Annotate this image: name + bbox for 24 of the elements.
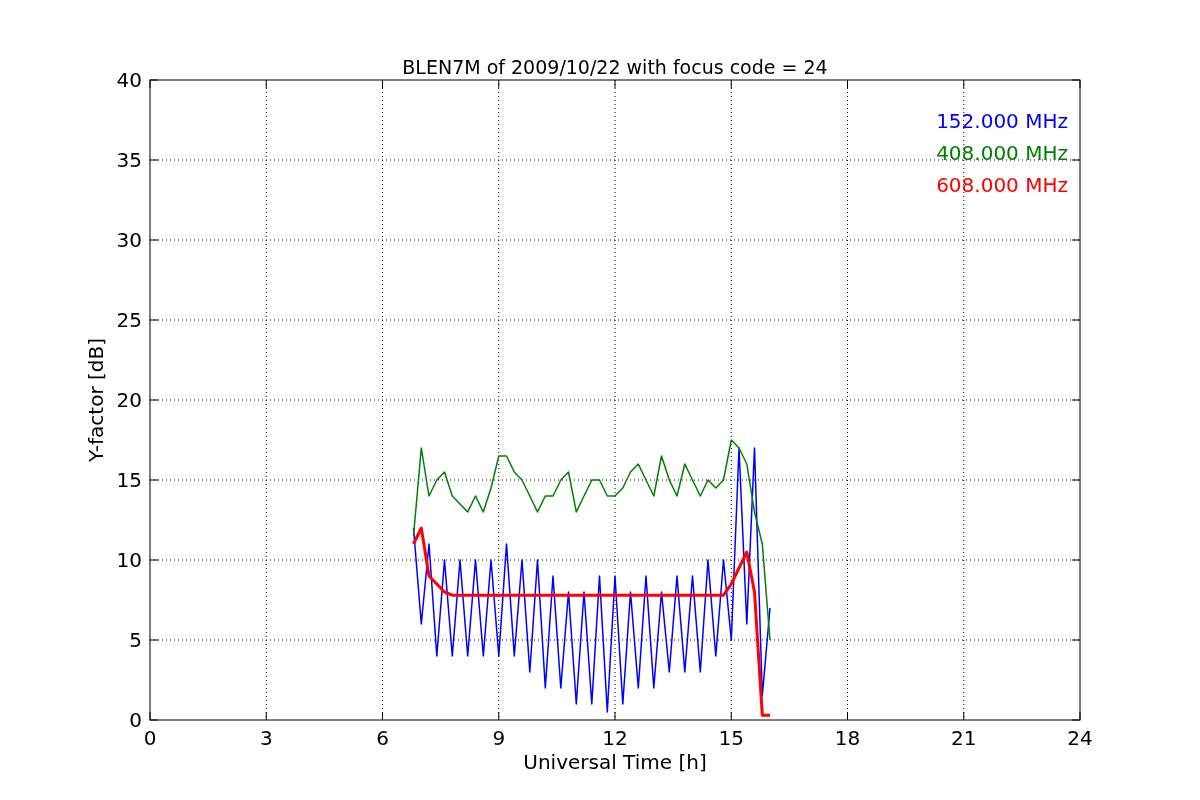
tick-label: 18 — [834, 726, 861, 750]
legend-label: 608.000 MHz — [936, 173, 1068, 197]
tick-label: 6 — [376, 726, 389, 750]
tick-label: 40 — [116, 68, 142, 92]
tick-label: 10 — [116, 548, 142, 572]
tick-label: 15 — [116, 468, 142, 492]
tick-label: 0 — [143, 726, 157, 750]
x-axis-label: Universal Time [h] — [523, 750, 707, 774]
tick-label: 0 — [129, 708, 142, 732]
tick-label: 25 — [116, 308, 142, 332]
tick-label: 12 — [602, 726, 628, 750]
tick-label: 5 — [129, 628, 142, 652]
legend-label: 152.000 MHz — [936, 109, 1068, 133]
legend-label: 408.000 MHz — [936, 141, 1068, 165]
chart-title: BLEN7M of 2009/10/22 with focus code = 24 — [402, 56, 828, 78]
tick-label: 21 — [951, 726, 977, 750]
tick-label: 9 — [492, 726, 506, 750]
tick-label: 35 — [116, 148, 142, 172]
tick-label: 24 — [1067, 726, 1093, 750]
tick-label: 3 — [259, 726, 273, 750]
tick-label: 30 — [116, 228, 142, 252]
tick-label: 20 — [116, 388, 142, 412]
y-axis-label: Y-factor [dB] — [84, 338, 108, 462]
tick-label: 15 — [718, 726, 744, 750]
